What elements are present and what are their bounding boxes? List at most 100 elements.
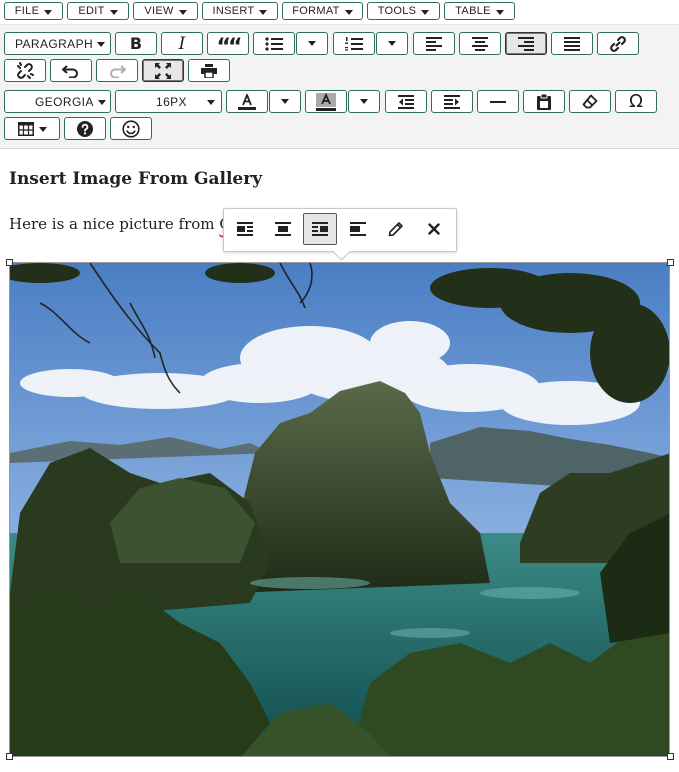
landscape-photo [10, 263, 669, 756]
italic-icon: I [178, 33, 186, 54]
align-center-icon [472, 36, 488, 51]
menu-table[interactable]: TABLE [444, 2, 515, 20]
chevron-down-icon [281, 99, 289, 104]
chevron-down-icon [178, 9, 187, 15]
align-left-icon [426, 36, 442, 51]
help-button[interactable] [64, 117, 106, 140]
align-left-button[interactable] [413, 32, 455, 55]
omega-icon: Ω [629, 91, 643, 112]
numbered-list-dropdown[interactable] [376, 32, 408, 55]
clear-formatting-button[interactable] [569, 90, 611, 113]
menubar: FILE EDIT VIEW INSERT FORMAT TOOLS TABLE [0, 0, 679, 25]
bold-button[interactable]: B [115, 32, 157, 55]
special-character-button[interactable]: Ω [615, 90, 657, 113]
menu-file[interactable]: FILE [4, 2, 63, 20]
inline-image-icon [350, 222, 366, 236]
outdent-button[interactable] [385, 90, 427, 113]
link-icon [610, 35, 626, 52]
chevron-down-icon [207, 100, 215, 105]
remove-image-button[interactable] [417, 213, 451, 245]
chevron-down-icon [109, 9, 118, 15]
chevron-down-icon [360, 99, 368, 104]
horizontal-rule-button[interactable] [477, 90, 519, 113]
block-format-select[interactable]: PARAGRAPH [4, 32, 111, 55]
indent-icon [444, 94, 460, 109]
quote-icon: ““ [216, 35, 243, 60]
chevron-down-icon [38, 127, 47, 132]
chevron-down-icon [388, 41, 396, 46]
remove-link-button[interactable] [4, 59, 46, 82]
image-align-center-button[interactable] [266, 213, 300, 245]
bullet-list-dropdown[interactable] [296, 32, 328, 55]
table-icon [17, 121, 34, 136]
undo-button[interactable] [50, 59, 92, 82]
editor-content[interactable]: Insert Image From Gallery Here is a nice… [0, 149, 679, 772]
bold-icon: B [129, 34, 143, 53]
help-icon [77, 120, 93, 137]
selected-image[interactable] [9, 262, 670, 757]
chevron-down-icon [421, 9, 430, 15]
chevron-down-icon [97, 100, 106, 105]
pencil-icon [388, 222, 403, 237]
align-justify-button[interactable] [551, 32, 593, 55]
redo-button[interactable] [96, 59, 138, 82]
menu-format[interactable]: FORMAT [282, 2, 363, 20]
numbered-list-icon [345, 36, 363, 51]
image-inline-button[interactable] [341, 213, 375, 245]
resize-handle-bottom-right[interactable] [667, 753, 674, 760]
menu-edit[interactable]: EDIT [67, 2, 129, 20]
text-color-button[interactable] [226, 90, 268, 113]
smiley-icon [122, 119, 140, 138]
fullscreen-icon [155, 62, 171, 79]
text-color-icon [238, 93, 256, 110]
align-right-button[interactable] [505, 32, 547, 55]
menu-view[interactable]: VIEW [133, 2, 198, 20]
font-size-select[interactable]: 16PX [115, 90, 222, 113]
numbered-list-button[interactable] [333, 32, 375, 55]
text-color-dropdown[interactable] [269, 90, 301, 113]
chevron-down-icon [259, 9, 268, 15]
outdent-icon [398, 94, 414, 109]
highlight-color-icon [316, 92, 336, 111]
chevron-down-icon [308, 41, 316, 46]
insert-table-button[interactable] [4, 117, 60, 140]
menu-insert[interactable]: INSERT [202, 2, 278, 20]
float-right-icon [312, 222, 328, 236]
align-justify-icon [564, 36, 580, 51]
chevron-down-icon [495, 9, 504, 15]
menu-tools[interactable]: TOOLS [367, 2, 440, 20]
redo-icon [110, 64, 126, 78]
indent-button[interactable] [431, 90, 473, 113]
font-family-select[interactable]: GEORGIA [4, 90, 111, 113]
resize-handle-top-right[interactable] [667, 259, 674, 266]
bullet-list-icon [265, 36, 283, 51]
background-color-button[interactable] [305, 90, 347, 113]
chevron-down-icon [344, 9, 353, 15]
paste-button[interactable] [523, 90, 565, 113]
document-heading: Insert Image From Gallery [9, 169, 263, 189]
blockquote-button[interactable]: ““ [207, 32, 249, 60]
edit-image-button[interactable] [379, 213, 413, 245]
image-context-toolbar [223, 208, 457, 252]
editor-toolbar-area: FILE EDIT VIEW INSERT FORMAT TOOLS TABLE… [0, 0, 679, 149]
unlink-icon [17, 61, 34, 79]
close-icon [428, 223, 440, 235]
document-paragraph: Here is a nice picture from Con [9, 215, 250, 233]
clipboard-icon [537, 93, 551, 110]
resize-handle-top-left[interactable] [6, 259, 13, 266]
image-align-right-button[interactable] [303, 213, 337, 245]
fullscreen-button[interactable] [142, 59, 184, 82]
print-button[interactable] [188, 59, 230, 82]
chevron-down-icon [44, 9, 53, 15]
background-color-dropdown[interactable] [348, 90, 380, 113]
chevron-down-icon [97, 42, 106, 47]
insert-link-button[interactable] [597, 32, 639, 55]
emoticons-button[interactable] [110, 117, 152, 140]
bullet-list-button[interactable] [253, 32, 295, 55]
italic-button[interactable]: I [161, 32, 203, 55]
resize-handle-bottom-left[interactable] [6, 753, 13, 760]
align-center-button[interactable] [459, 32, 501, 55]
image-align-left-button[interactable] [228, 213, 262, 245]
eraser-icon [582, 94, 598, 108]
float-left-icon [237, 222, 253, 236]
